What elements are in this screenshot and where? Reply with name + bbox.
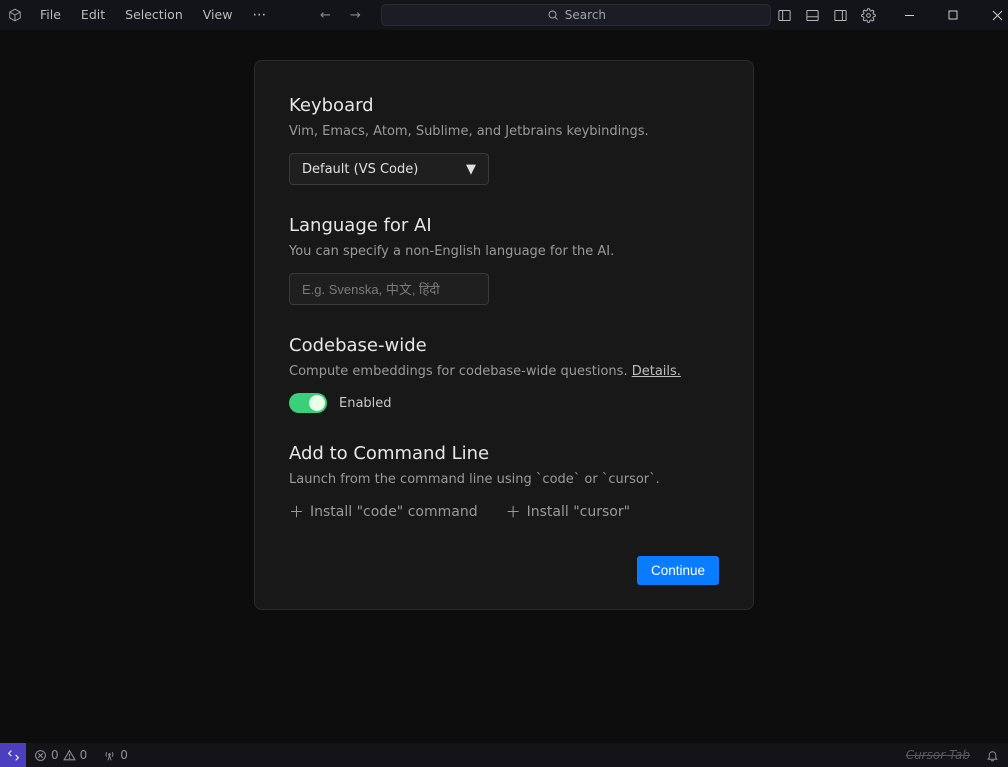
chevron-down-icon: ▼ <box>466 162 476 177</box>
error-icon <box>34 749 47 762</box>
layout-controls <box>771 0 881 30</box>
keyboard-title: Keyboard <box>289 95 719 116</box>
keyboard-select-value: Default (VS Code) <box>302 162 418 177</box>
bell-icon <box>986 749 999 762</box>
menu-edit[interactable]: Edit <box>73 3 113 27</box>
codebase-desc: Compute embeddings for codebase-wide que… <box>289 364 719 379</box>
toggle-panel-icon[interactable] <box>799 0 825 30</box>
warning-icon <box>63 749 76 762</box>
app-icon <box>8 7 22 23</box>
status-ports[interactable]: 0 <box>95 743 136 767</box>
nav-forward[interactable]: → <box>343 8 367 23</box>
nav-back[interactable]: ← <box>313 8 337 23</box>
codebase-desc-text: Compute embeddings for codebase-wide que… <box>289 364 632 379</box>
continue-button[interactable]: Continue <box>637 556 719 585</box>
status-warnings-count: 0 <box>80 748 88 762</box>
toggle-primary-sidebar-icon[interactable] <box>771 0 797 30</box>
status-ports-count: 0 <box>120 748 128 762</box>
search-placeholder: Search <box>565 8 606 22</box>
status-errors-count: 0 <box>51 748 59 762</box>
section-language: Language for AI You can specify a non-En… <box>289 215 719 305</box>
setup-card: Keyboard Vim, Emacs, Atom, Sublime, and … <box>254 60 754 610</box>
section-cli: Add to Command Line Launch from the comm… <box>289 443 719 522</box>
plus-icon: ＋ <box>289 501 304 522</box>
codebase-toggle-label: Enabled <box>339 396 392 411</box>
codebase-title: Codebase-wide <box>289 335 719 356</box>
status-cursor-tab[interactable]: Cursor Tab <box>898 743 978 767</box>
language-title: Language for AI <box>289 215 719 236</box>
titlebar: File Edit Selection View ⋯ ← → Search <box>0 0 1008 30</box>
window-controls <box>887 0 1008 30</box>
menu-file[interactable]: File <box>32 3 69 27</box>
status-notifications[interactable] <box>978 743 1008 767</box>
section-codebase: Codebase-wide Compute embeddings for cod… <box>289 335 719 413</box>
install-cursor-button[interactable]: ＋ Install "cursor" <box>506 501 630 522</box>
window-minimize[interactable] <box>887 0 931 30</box>
keyboard-select[interactable]: Default (VS Code) ▼ <box>289 153 489 185</box>
language-desc: You can specify a non-English language f… <box>289 244 719 259</box>
window-maximize[interactable] <box>931 0 975 30</box>
install-code-label: Install "code" command <box>310 504 478 520</box>
nav-arrows: ← → <box>313 8 367 23</box>
section-keyboard: Keyboard Vim, Emacs, Atom, Sublime, and … <box>289 95 719 185</box>
install-code-button[interactable]: ＋ Install "code" command <box>289 501 478 522</box>
status-cursor-tab-label: Cursor Tab <box>906 748 970 762</box>
menu-more[interactable]: ⋯ <box>244 3 275 27</box>
plus-icon: ＋ <box>506 501 521 522</box>
toggle-secondary-sidebar-icon[interactable] <box>827 0 853 30</box>
statusbar: 0 0 0 Cursor Tab <box>0 743 1008 767</box>
status-problems[interactable]: 0 0 <box>26 743 95 767</box>
radio-tower-icon <box>103 749 116 762</box>
window-close[interactable] <box>975 0 1008 30</box>
codebase-details-link[interactable]: Details. <box>632 364 681 379</box>
cli-title: Add to Command Line <box>289 443 719 464</box>
codebase-toggle[interactable] <box>289 393 327 413</box>
menu-selection[interactable]: Selection <box>117 3 191 27</box>
settings-gear-icon[interactable] <box>855 0 881 30</box>
cli-desc: Launch from the command line using `code… <box>289 472 719 487</box>
editor-area: Keyboard Vim, Emacs, Atom, Sublime, and … <box>0 30 1008 743</box>
toggle-knob <box>309 395 325 411</box>
remote-button[interactable] <box>0 743 26 767</box>
install-cursor-label: Install "cursor" <box>527 504 630 520</box>
menu-bar: File Edit Selection View ⋯ <box>32 3 275 27</box>
command-center-search[interactable]: Search <box>381 4 771 26</box>
menu-view[interactable]: View <box>195 3 241 27</box>
language-input[interactable] <box>289 273 489 305</box>
card-footer: Continue <box>289 556 719 585</box>
search-icon <box>547 9 559 21</box>
keyboard-desc: Vim, Emacs, Atom, Sublime, and Jetbrains… <box>289 124 719 139</box>
